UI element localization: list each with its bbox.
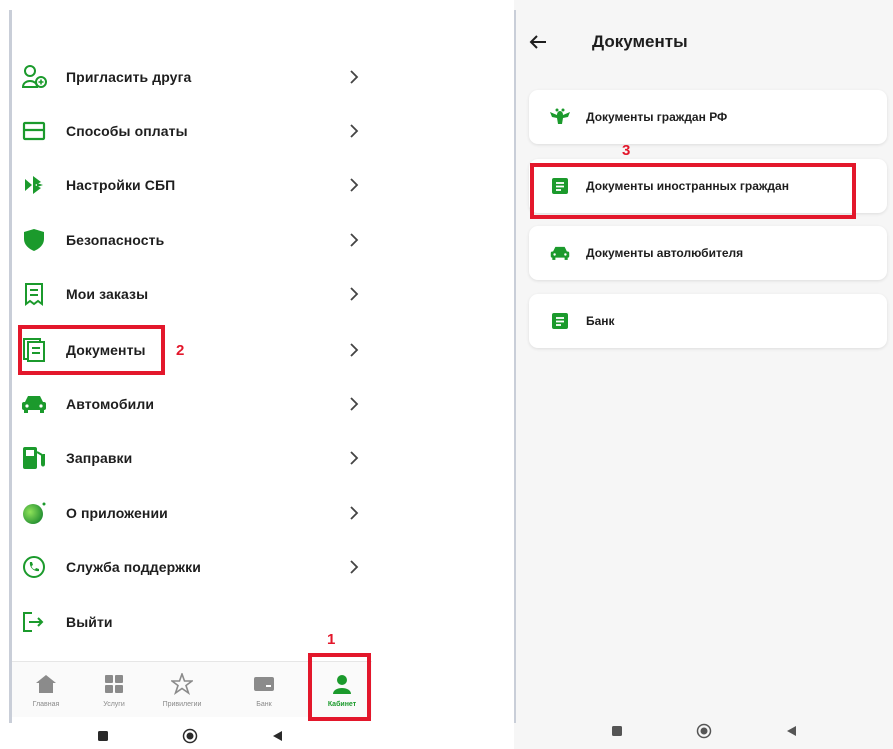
menu-item-label: Мои заказы [66, 286, 149, 302]
chevron-right-icon [350, 451, 359, 465]
nav-item-home[interactable]: Главная [16, 662, 76, 718]
coat-of-arms-icon [549, 106, 571, 128]
nav-item-bank[interactable]: Банк [234, 662, 294, 718]
nav-label: Привилегии [162, 701, 202, 708]
menu-item-payment-methods[interactable]: Способы оплаты [20, 111, 365, 151]
annotation-step-1: 1 [327, 631, 336, 648]
phone-icon [20, 553, 48, 581]
menu-item-gas-stations[interactable]: Заправки [20, 438, 365, 478]
highlight-cabinet [308, 653, 371, 721]
payment-card-icon [20, 117, 48, 145]
page-title: Документы [592, 32, 688, 51]
chevron-right-icon [350, 287, 359, 301]
menu-item-label: Способы оплаты [66, 123, 188, 139]
nav-item-privileges[interactable]: Привилегии [152, 662, 212, 718]
menu-item-cars[interactable]: Автомобили [20, 384, 365, 424]
menu-item-label: Служба поддержки [66, 559, 201, 575]
app-bar: Документы [514, 22, 893, 62]
menu-item-sbp-settings[interactable]: Настройки СБП [20, 165, 365, 205]
nav-label: Услуги [103, 701, 125, 708]
chevron-right-icon [350, 124, 359, 138]
home-circle-icon[interactable] [182, 728, 198, 749]
card-label: Банк [586, 314, 615, 328]
screen-edge [514, 10, 516, 723]
shield-icon [20, 226, 48, 254]
nav-label: Банк [256, 701, 272, 708]
nav-item-services[interactable]: Услуги [84, 662, 144, 718]
menu-item-label: Заправки [66, 450, 133, 466]
screen-edge [9, 10, 12, 723]
highlight-documents [18, 325, 165, 375]
menu-item-label: Выйти [66, 614, 113, 630]
grid-icon [102, 672, 126, 696]
card-bank-documents[interactable]: Банк [529, 294, 887, 348]
nav-label: Главная [32, 701, 60, 708]
chevron-right-icon [350, 506, 359, 520]
chevron-right-icon [350, 397, 359, 411]
chevron-right-icon [350, 560, 359, 574]
recent-apps-icon[interactable] [97, 729, 109, 747]
menu-item-security[interactable]: Безопасность [20, 220, 365, 260]
bank-card-icon [252, 672, 276, 696]
card-motorist-documents[interactable]: Документы автолюбителя [529, 226, 887, 280]
document-icon [549, 310, 571, 332]
sbp-icon [20, 171, 48, 199]
card-russian-citizens-documents[interactable]: Документы граждан РФ [529, 90, 887, 144]
home-icon [34, 672, 58, 696]
menu-item-label: Пригласить друга [66, 69, 192, 85]
chevron-right-icon [350, 233, 359, 247]
logout-icon [20, 608, 48, 636]
receipt-icon [20, 280, 48, 308]
annotation-step-2: 2 [176, 342, 185, 359]
menu-item-support[interactable]: Служба поддержки [20, 547, 365, 587]
menu-item-logout[interactable]: Выйти [20, 602, 365, 642]
menu-item-label: О приложении [66, 505, 168, 521]
app-logo-icon [20, 499, 48, 527]
fuel-pump-icon [20, 444, 48, 472]
menu-item-label: Настройки СБП [66, 177, 176, 193]
card-label: Документы граждан РФ [586, 110, 728, 124]
chevron-right-icon [350, 178, 359, 192]
card-label: Документы автолюбителя [586, 246, 744, 260]
back-triangle-icon[interactable] [271, 729, 283, 747]
annotation-step-3: 3 [622, 142, 631, 159]
menu-item-label: Безопасность [66, 232, 165, 248]
highlight-foreign-documents [530, 163, 856, 219]
recent-apps-icon[interactable] [611, 724, 623, 742]
star-icon [170, 672, 194, 696]
menu-item-label: Автомобили [66, 396, 155, 412]
menu-item-about-app[interactable]: О приложении [20, 493, 365, 533]
chevron-right-icon [350, 70, 359, 84]
menu-item-my-orders[interactable]: Мои заказы [20, 274, 365, 314]
car-icon [549, 242, 571, 264]
chevron-right-icon [350, 343, 359, 357]
documents-screen: Документы Документы граждан РФ Документы… [514, 0, 893, 749]
car-icon [20, 390, 48, 418]
back-triangle-icon[interactable] [785, 724, 797, 742]
invite-friend-icon [20, 63, 48, 91]
home-circle-icon[interactable] [696, 723, 712, 744]
menu-item-invite-friend[interactable]: Пригласить друга [20, 57, 365, 97]
system-navigation-bar [60, 723, 320, 749]
back-arrow-icon[interactable] [528, 32, 548, 52]
system-navigation-bar [574, 718, 834, 748]
